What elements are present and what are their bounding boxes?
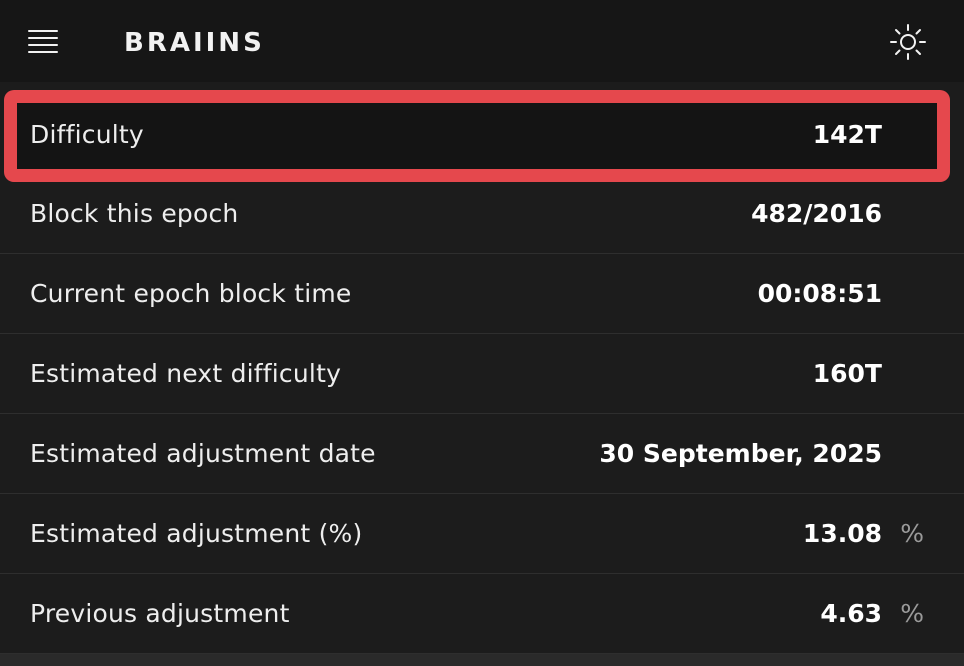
- stat-label: Estimated adjustment (%): [30, 519, 363, 548]
- stat-label: Difficulty: [30, 120, 144, 149]
- stat-value: 30 September, 2025: [599, 439, 882, 468]
- stat-row-estimated-adjustment-date: Estimated adjustment date 30 September, …: [0, 414, 964, 494]
- stat-row-block-this-epoch: Block this epoch 482/2016: [0, 174, 964, 254]
- menu-line: [28, 44, 58, 46]
- percent-unit: %: [900, 599, 924, 628]
- sun-icon[interactable]: [888, 22, 928, 62]
- menu-line: [28, 30, 58, 32]
- difficulty-stats-list: Difficulty 142T Block this epoch 482/201…: [0, 94, 964, 654]
- stat-row-previous-adjustment: Previous adjustment 4.63 %: [0, 574, 964, 654]
- stat-row-estimated-adjustment-percent: Estimated adjustment (%) 13.08 %: [0, 494, 964, 574]
- stat-label: Previous adjustment: [30, 599, 290, 628]
- braiins-logo[interactable]: BRAIINS: [124, 24, 284, 58]
- percent-unit: %: [900, 519, 924, 548]
- stat-row-current-epoch-block-time: Current epoch block time 00:08:51: [0, 254, 964, 334]
- stat-value: 160T: [812, 359, 882, 388]
- menu-line: [28, 37, 58, 39]
- stat-value: 13.08: [802, 519, 882, 548]
- menu-line: [28, 51, 58, 53]
- stat-value: 482/2016: [751, 199, 882, 228]
- bottom-edge: [0, 654, 964, 666]
- hamburger-menu-icon[interactable]: [26, 28, 62, 54]
- stat-label: Estimated adjustment date: [30, 439, 376, 468]
- stat-value: 142T: [812, 120, 882, 149]
- stat-label: Estimated next difficulty: [30, 359, 342, 388]
- stat-row-difficulty: Difficulty 142T: [0, 94, 964, 174]
- stat-label: Current epoch block time: [30, 279, 352, 308]
- stat-value: 00:08:51: [757, 279, 882, 308]
- top-navigation-bar: BRAIINS: [0, 0, 964, 82]
- stat-row-estimated-next-difficulty: Estimated next difficulty 160T: [0, 334, 964, 414]
- logo-text: BRAIINS: [124, 28, 265, 58]
- stat-value: 4.63: [820, 599, 882, 628]
- stat-label: Block this epoch: [30, 199, 239, 228]
